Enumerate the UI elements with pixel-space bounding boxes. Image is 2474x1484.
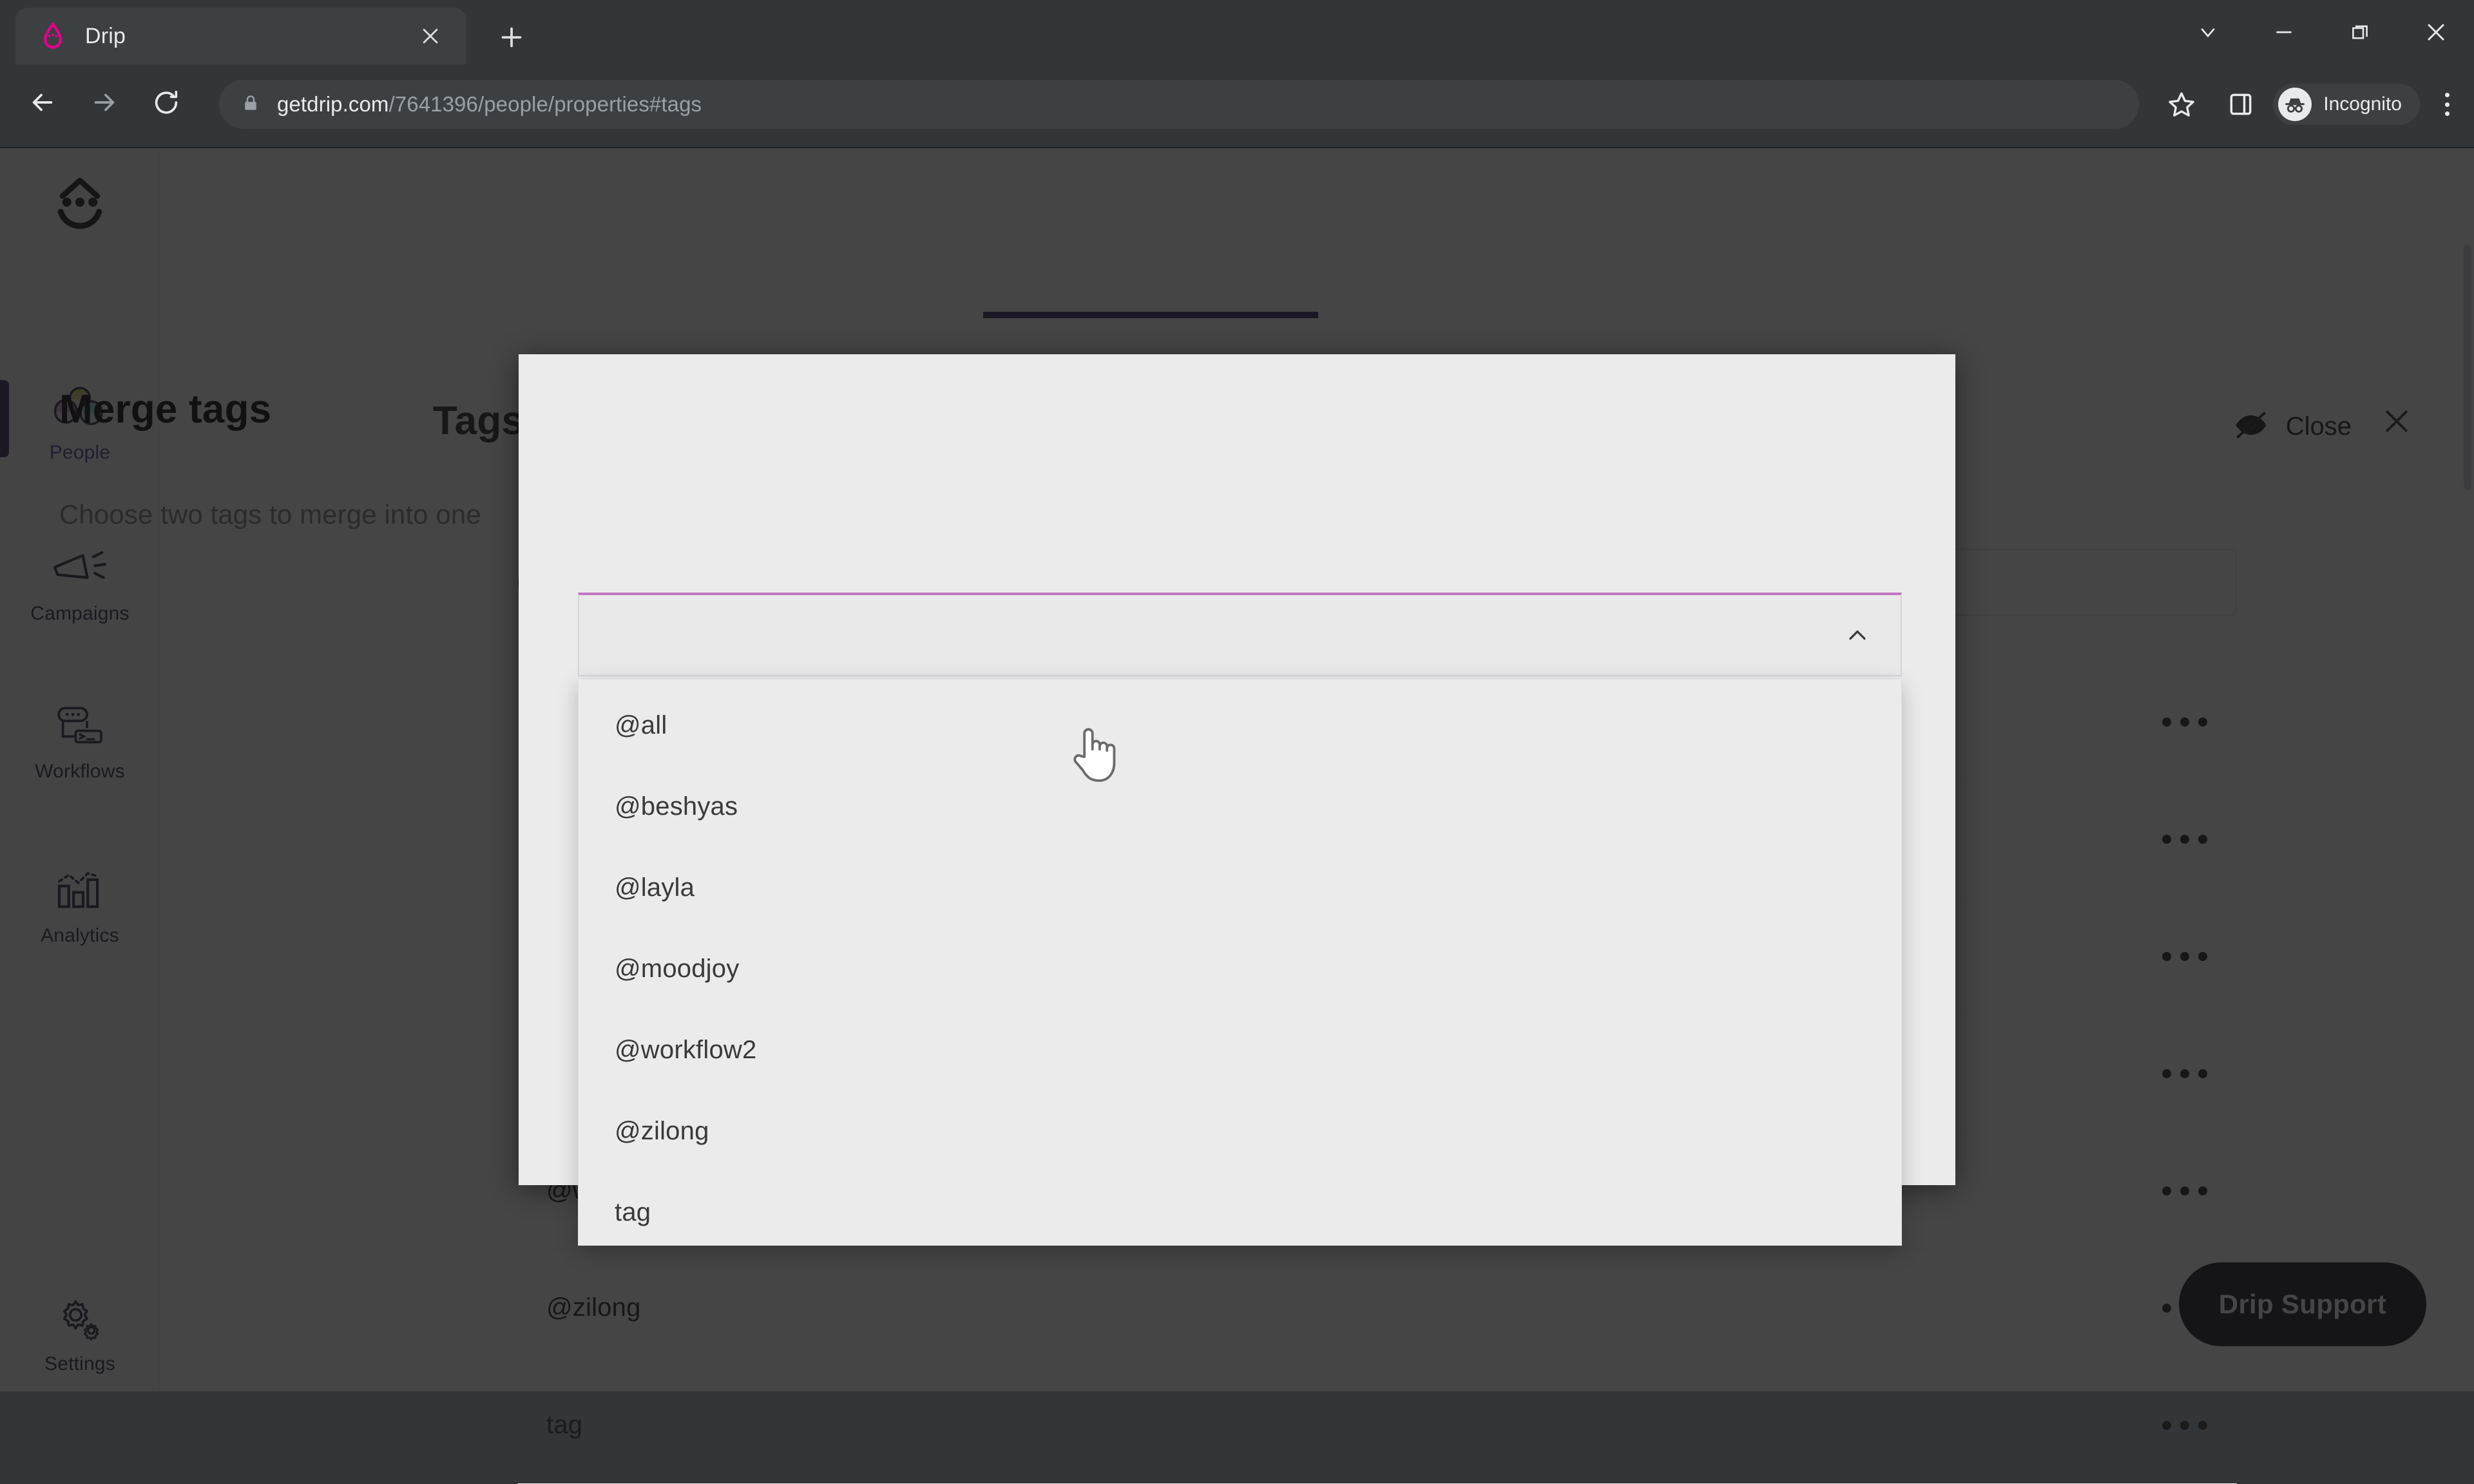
arrow-right-icon[interactable] [73,71,135,133]
incognito-icon [2278,88,2312,121]
window-controls [2170,0,2474,64]
more-horizontal-icon[interactable] [2162,1418,2207,1433]
list-item[interactable]: @workflow2 [579,1009,1901,1090]
modal-title: Merge tags [59,387,272,432]
side-panel-icon[interactable] [2227,90,2255,120]
profile-label: Incognito [2323,93,2402,115]
star-icon[interactable] [2166,89,2197,120]
list-item[interactable]: @moodjoy [579,928,1901,1009]
chevron-down-icon[interactable] [2170,0,2246,64]
tab-close-icon[interactable] [416,22,445,50]
tag-select-dropdown[interactable] [578,593,1902,676]
url-path: /7641396/people/properties#tags [388,92,702,116]
address-bar[interactable]: getdrip.com/7641396/people/properties#ta… [219,80,2139,129]
list-item[interactable]: @all [579,685,1901,766]
three-dots-vertical-icon[interactable] [2431,89,2462,120]
browser-tab-drip[interactable]: Drip [15,8,466,64]
pointer-hand-cursor [1066,721,1122,786]
profile-incognito-button[interactable]: Incognito [2273,84,2420,125]
new-tab-button[interactable] [490,15,533,59]
modal-subtitle: Choose two tags to merge into one [59,499,481,529]
browser-chrome: Drip getdrip.com/7641396/people/properti… [0,0,2474,148]
restore-icon[interactable] [2322,0,2398,64]
list-item[interactable]: @beshyas [579,766,1901,847]
arrow-left-icon[interactable] [12,71,73,133]
list-item[interactable]: tag [579,1172,1901,1245]
tag-name: tag [546,1411,583,1439]
list-item[interactable]: @layla [579,847,1901,928]
browser-toolbar: getdrip.com/7641396/people/properties#ta… [0,64,2474,140]
minimize-icon[interactable] [2246,0,2322,64]
window-close-icon[interactable] [2398,0,2474,64]
url-text: getdrip.com/7641396/people/properties#ta… [277,92,702,117]
browser-tab-title: Drip [85,23,126,48]
lock-icon [241,93,260,115]
url-host: getdrip.com [277,92,389,116]
reload-icon[interactable] [135,71,197,133]
chevron-up-icon[interactable] [1843,620,1872,650]
tab-strip: Drip [0,0,2474,64]
drip-logo-icon [39,22,67,50]
list-item[interactable]: @zilong [579,1090,1901,1172]
modal-close-icon[interactable] [2375,399,2419,443]
tag-select-options-list[interactable]: @all @beshyas @layla @moodjoy @workflow2… [578,679,1902,1246]
